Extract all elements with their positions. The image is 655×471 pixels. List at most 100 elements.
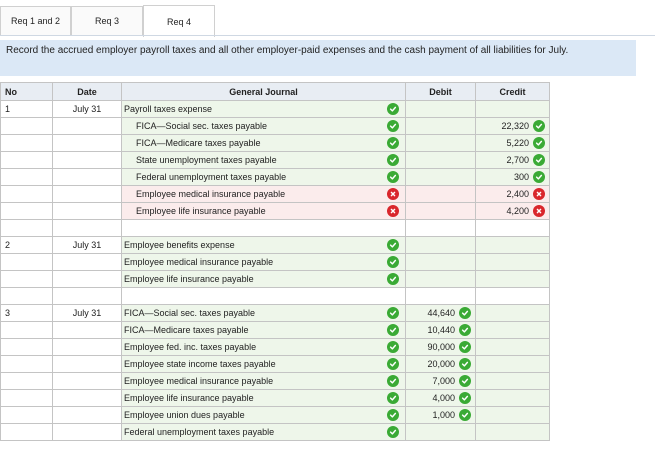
cell-debit[interactable] [405, 168, 476, 186]
cell-debit[interactable] [405, 100, 476, 118]
cell-date[interactable] [52, 321, 122, 339]
cell-credit[interactable] [475, 219, 550, 237]
cell-account[interactable]: Federal unemployment taxes payable [121, 168, 406, 186]
cell-credit[interactable]: 300 [475, 168, 550, 186]
cell-account[interactable]: FICA—Medicare taxes payable [121, 321, 406, 339]
cell-date[interactable] [52, 151, 122, 169]
check-icon [459, 392, 471, 404]
table-row: Employee medical insurance payable 7,000 [0, 372, 550, 390]
cell-date[interactable]: July 31 [52, 236, 122, 254]
cell-debit[interactable] [405, 151, 476, 169]
table-row: Employee life insurance payable [0, 270, 550, 288]
cell-no: 1 [0, 100, 53, 118]
cell-debit[interactable] [405, 117, 476, 135]
cell-date[interactable] [52, 185, 122, 203]
cell-account[interactable] [121, 287, 406, 305]
cell-account[interactable]: Employee life insurance payable [121, 389, 406, 407]
cell-debit[interactable] [405, 202, 476, 220]
cell-debit[interactable] [405, 423, 476, 441]
cell-debit[interactable]: 10,440 [405, 321, 476, 339]
cell-date[interactable] [52, 338, 122, 356]
account-title: Employee union dues payable [124, 410, 245, 420]
cell-credit[interactable]: 4,200 [475, 202, 550, 220]
table-row: 1 July 31 Payroll taxes expense [0, 100, 550, 118]
cell-debit[interactable] [405, 219, 476, 237]
account-title: Employee medical insurance payable [124, 376, 274, 386]
cell-credit[interactable] [475, 372, 550, 390]
cell-date[interactable] [52, 134, 122, 152]
cell-debit[interactable] [405, 253, 476, 271]
cell-date[interactable] [52, 253, 122, 271]
cell-credit[interactable]: 2,700 [475, 151, 550, 169]
cell-date[interactable]: July 31 [52, 304, 122, 322]
cell-date[interactable] [52, 372, 122, 390]
cell-account[interactable]: FICA—Social sec. taxes payable [121, 304, 406, 322]
cell-date[interactable] [52, 423, 122, 441]
cell-debit[interactable] [405, 287, 476, 305]
cell-credit[interactable] [475, 236, 550, 254]
cell-credit[interactable]: 22,320 [475, 117, 550, 135]
cell-credit[interactable] [475, 270, 550, 288]
cell-account[interactable]: Employee medical insurance payable [121, 253, 406, 271]
cell-credit[interactable] [475, 321, 550, 339]
tab-req-3[interactable]: Req 3 [71, 6, 143, 35]
cell-account[interactable]: Employee benefits expense [121, 236, 406, 254]
cell-credit[interactable] [475, 338, 550, 356]
cell-credit[interactable] [475, 100, 550, 118]
cell-date[interactable]: July 31 [52, 100, 122, 118]
cell-credit[interactable] [475, 406, 550, 424]
cell-account[interactable]: Employee fed. inc. taxes payable [121, 338, 406, 356]
tab-req-1-and-2[interactable]: Req 1 and 2 [0, 6, 71, 35]
cell-debit[interactable]: 1,000 [405, 406, 476, 424]
cell-account[interactable]: Employee life insurance payable [121, 270, 406, 288]
cell-date[interactable] [52, 287, 122, 305]
cell-no [0, 355, 53, 373]
cell-credit[interactable] [475, 355, 550, 373]
cell-credit[interactable]: 5,220 [475, 134, 550, 152]
check-icon [459, 307, 471, 319]
cell-account[interactable]: Federal unemployment taxes payable [121, 423, 406, 441]
cell-credit[interactable] [475, 287, 550, 305]
tab-req-4[interactable]: Req 4 [143, 5, 215, 37]
account-title: Employee medical insurance payable [124, 257, 274, 267]
cell-debit[interactable]: 20,000 [405, 355, 476, 373]
cell-account[interactable]: Employee medical insurance payable [121, 185, 406, 203]
cell-account[interactable]: Employee state income taxes payable [121, 355, 406, 373]
cell-date[interactable] [52, 202, 122, 220]
account-title: Employee fed. inc. taxes payable [124, 342, 257, 352]
cell-credit[interactable]: 2,400 [475, 185, 550, 203]
cell-account[interactable]: FICA—Social sec. taxes payable [121, 117, 406, 135]
credit-amount [529, 325, 549, 335]
cell-credit[interactable] [475, 304, 550, 322]
cell-debit[interactable] [405, 134, 476, 152]
cell-debit[interactable]: 4,000 [405, 389, 476, 407]
cell-debit[interactable]: 44,640 [405, 304, 476, 322]
cell-date[interactable] [52, 219, 122, 237]
cell-debit[interactable]: 90,000 [405, 338, 476, 356]
cell-date[interactable] [52, 168, 122, 186]
credit-amount [529, 291, 549, 301]
cell-account[interactable]: Employee medical insurance payable [121, 372, 406, 390]
cell-debit[interactable] [405, 270, 476, 288]
cell-date[interactable] [52, 389, 122, 407]
credit-amount [529, 240, 549, 250]
cell-account[interactable]: Payroll taxes expense [121, 100, 406, 118]
cell-account[interactable]: Employee union dues payable [121, 406, 406, 424]
cell-no [0, 185, 53, 203]
cell-debit[interactable]: 7,000 [405, 372, 476, 390]
cell-credit[interactable] [475, 423, 550, 441]
cell-debit[interactable] [405, 236, 476, 254]
cell-date[interactable] [52, 117, 122, 135]
check-icon [387, 426, 399, 438]
cell-credit[interactable] [475, 253, 550, 271]
cell-account[interactable] [121, 219, 406, 237]
cell-debit[interactable] [405, 185, 476, 203]
cell-account[interactable]: FICA—Medicare taxes payable [121, 134, 406, 152]
cell-date[interactable] [52, 270, 122, 288]
cell-account[interactable]: State unemployment taxes payable [121, 151, 406, 169]
cell-credit[interactable] [475, 389, 550, 407]
cell-date[interactable] [52, 355, 122, 373]
table-row: Employee medical insurance payable 2,400 [0, 185, 550, 203]
cell-account[interactable]: Employee life insurance payable [121, 202, 406, 220]
cell-date[interactable] [52, 406, 122, 424]
